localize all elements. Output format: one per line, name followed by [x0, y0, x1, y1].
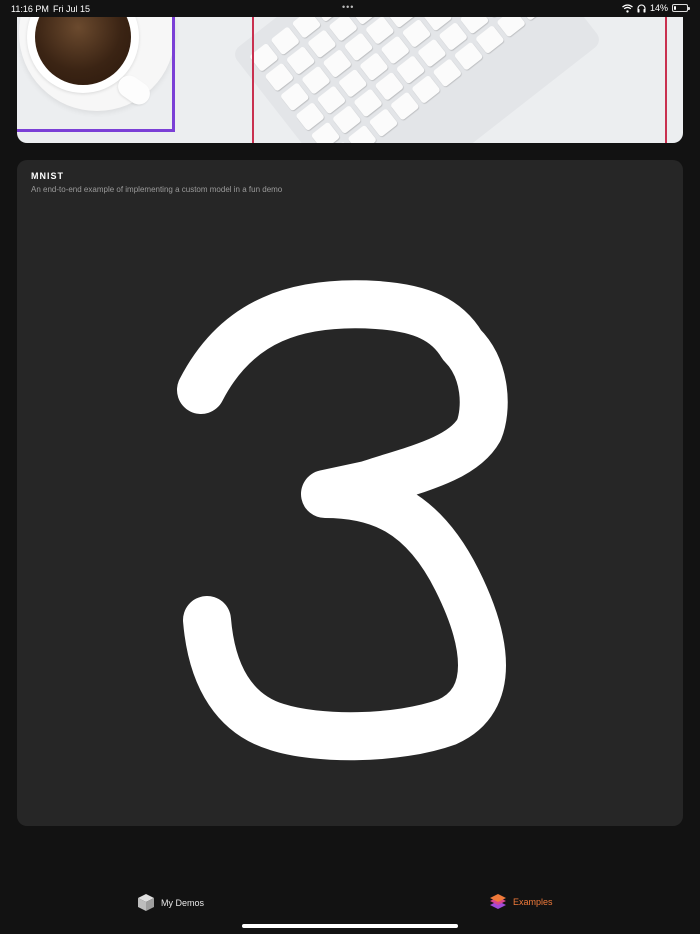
demo-card-image[interactable] [17, 17, 683, 143]
drawn-digit-stroke [177, 280, 508, 761]
tab-examples-label: Examples [513, 897, 553, 907]
keyboard-image [231, 17, 603, 143]
tab-my-demos-label: My Demos [161, 897, 205, 908]
status-right: 14% [622, 3, 690, 13]
tab-examples[interactable]: Examples [489, 893, 553, 911]
status-time: 11:16 PM [11, 4, 49, 14]
red-frame-right [665, 17, 667, 143]
battery-icon [672, 4, 690, 12]
battery-percent: 14% [649, 3, 668, 13]
drawing-canvas[interactable] [17, 160, 683, 826]
status-date: Fri Jul 15 [53, 4, 91, 14]
layers-icon [490, 894, 506, 909]
cube-icon [138, 894, 154, 911]
purple-frame [17, 17, 175, 132]
red-frame-left [252, 17, 254, 143]
headphones-icon [637, 3, 646, 12]
battery-fill [674, 6, 676, 10]
home-indicator[interactable] [242, 924, 458, 928]
wifi-icon [622, 3, 633, 13]
tab-my-demos[interactable]: My Demos [137, 893, 204, 912]
mnist-card[interactable]: MNIST An end-to-end example of implement… [17, 160, 683, 826]
multitasking-dots[interactable]: ••• [342, 2, 354, 12]
status-bar: 11:16 PM Fri Jul 15 ••• 14% [0, 0, 700, 17]
